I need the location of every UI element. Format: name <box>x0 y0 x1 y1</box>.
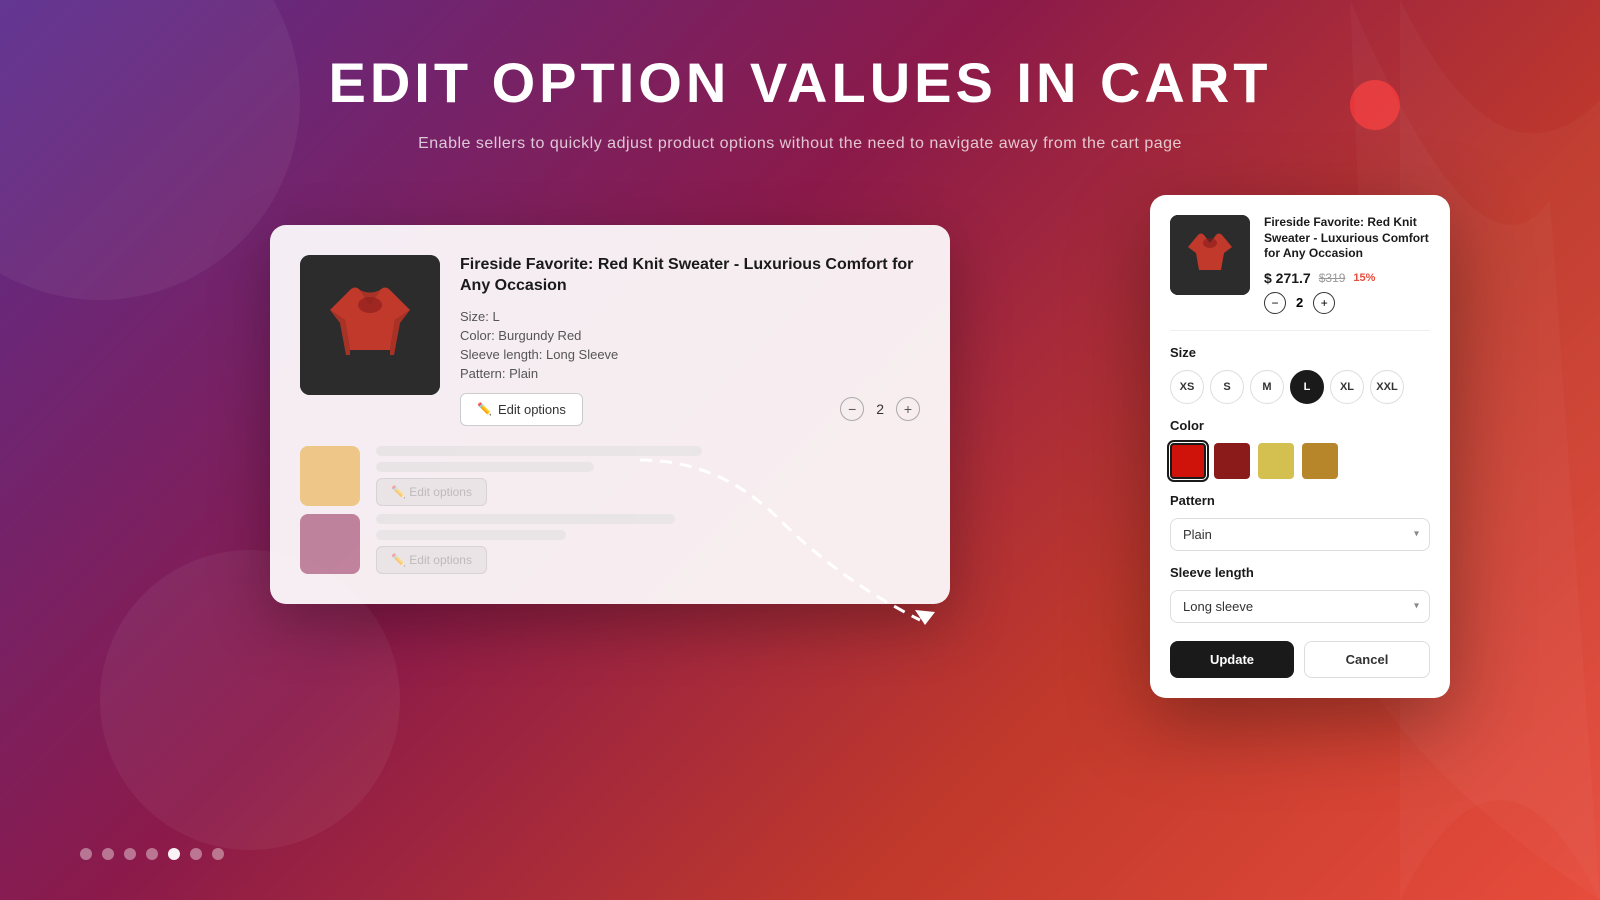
modal-discount-badge: 15% <box>1353 272 1375 284</box>
size-btn-l[interactable]: L <box>1290 370 1324 404</box>
color-swatch-yellow[interactable] <box>1258 443 1294 479</box>
modal-actions: Update Cancel <box>1170 641 1430 678</box>
pattern-dropdown-wrapper: Plain ▾ <box>1170 518 1430 551</box>
sleeve-dropdown[interactable]: Long sleeve ▾ <box>1170 590 1430 623</box>
color-swatch-tan[interactable] <box>1302 443 1338 479</box>
dot-7[interactable] <box>212 848 224 860</box>
pattern-chevron-icon: ▾ <box>1414 529 1419 540</box>
qty-decrease-button[interactable]: − <box>840 397 864 421</box>
color-section-label: Color <box>1170 418 1430 433</box>
pattern-value: Plain <box>1183 527 1212 542</box>
cart-item-details: Fireside Favorite: Red Knit Sweater - Lu… <box>460 255 920 426</box>
dot-1[interactable] <box>80 848 92 860</box>
modal-qty-increase[interactable]: + <box>1313 292 1335 314</box>
sleeve-value: Long sleeve <box>1183 599 1253 614</box>
modal-price: $ 271.7 <box>1264 270 1311 286</box>
cart-item-image <box>300 255 440 395</box>
dot-6[interactable] <box>190 848 202 860</box>
qty-increase-button[interactable]: + <box>896 397 920 421</box>
cancel-button[interactable]: Cancel <box>1304 641 1430 678</box>
cart-panel: Fireside Favorite: Red Knit Sweater - Lu… <box>270 225 950 604</box>
blurred-item-image-2 <box>300 514 360 574</box>
cart-item-size: Size: L <box>460 309 920 324</box>
cart-item-row: Fireside Favorite: Red Knit Sweater - Lu… <box>300 255 920 426</box>
sleeve-chevron-icon: ▾ <box>1414 601 1419 612</box>
modal-price-row: $ 271.7 $319 15% <box>1264 270 1430 286</box>
modal-qty-decrease[interactable]: − <box>1264 292 1286 314</box>
size-options: XS S M L XL XXL <box>1170 370 1430 404</box>
cart-item-pattern: Pattern: Plain <box>460 366 920 381</box>
cart-item-footer: ✏️ Edit options − 2 + <box>460 393 920 426</box>
sleeve-section-label: Sleeve length <box>1170 565 1430 580</box>
dot-5[interactable] <box>168 848 180 860</box>
modal-qty-value: 2 <box>1296 295 1303 310</box>
cart-item-title: Fireside Favorite: Red Knit Sweater - Lu… <box>460 255 920 297</box>
cart-item-blurred-1: ✏️ Edit options <box>300 446 920 506</box>
page-subtitle: Enable sellers to quickly adjust product… <box>0 135 1600 153</box>
size-btn-xs[interactable]: XS <box>1170 370 1204 404</box>
page-title: EDIT OPTION VALUES IN CART <box>0 50 1600 115</box>
modal-qty-row: − 2 + <box>1264 292 1430 314</box>
cart-item-color: Color: Burgundy Red <box>460 328 920 343</box>
qty-value: 2 <box>876 401 884 417</box>
blurred-item-image-1 <box>300 446 360 506</box>
sleeve-dropdown-wrapper: Long sleeve ▾ <box>1170 590 1430 623</box>
modal-original-price: $319 <box>1319 271 1346 285</box>
size-btn-xxl[interactable]: XXL <box>1370 370 1404 404</box>
edit-options-label: Edit options <box>498 402 566 417</box>
page-header: EDIT OPTION VALUES IN CART Enable seller… <box>0 50 1600 153</box>
cart-item-blurred-2: ✏️ Edit options <box>300 514 920 574</box>
edit-options-button[interactable]: ✏️ Edit options <box>460 393 583 426</box>
size-btn-s[interactable]: S <box>1210 370 1244 404</box>
color-swatch-red[interactable] <box>1170 443 1206 479</box>
product-modal: Fireside Favorite: Red Knit Sweater - Lu… <box>1150 195 1450 698</box>
color-swatch-burgundy[interactable] <box>1214 443 1250 479</box>
dot-4[interactable] <box>146 848 158 860</box>
size-btn-xl[interactable]: XL <box>1330 370 1364 404</box>
pagination-dots <box>80 848 224 860</box>
divider-1 <box>1170 330 1430 331</box>
modal-product-title: Fireside Favorite: Red Knit Sweater - Lu… <box>1264 215 1430 262</box>
qty-control: − 2 + <box>840 397 920 421</box>
update-button[interactable]: Update <box>1170 641 1294 678</box>
color-options <box>1170 443 1430 479</box>
dot-2[interactable] <box>102 848 114 860</box>
size-section-label: Size <box>1170 345 1430 360</box>
modal-header: Fireside Favorite: Red Knit Sweater - Lu… <box>1170 215 1430 314</box>
blurred-edit-button-1: ✏️ Edit options <box>376 478 487 506</box>
pattern-dropdown[interactable]: Plain ▾ <box>1170 518 1430 551</box>
pattern-section-label: Pattern <box>1170 493 1430 508</box>
dot-3[interactable] <box>124 848 136 860</box>
size-btn-m[interactable]: M <box>1250 370 1284 404</box>
pencil-icon: ✏️ <box>477 402 492 416</box>
cart-item-sleeve: Sleeve length: Long Sleeve <box>460 347 920 362</box>
modal-product-image <box>1170 215 1250 295</box>
blurred-edit-button-2: ✏️ Edit options <box>376 546 487 574</box>
modal-product-info: Fireside Favorite: Red Knit Sweater - Lu… <box>1264 215 1430 314</box>
